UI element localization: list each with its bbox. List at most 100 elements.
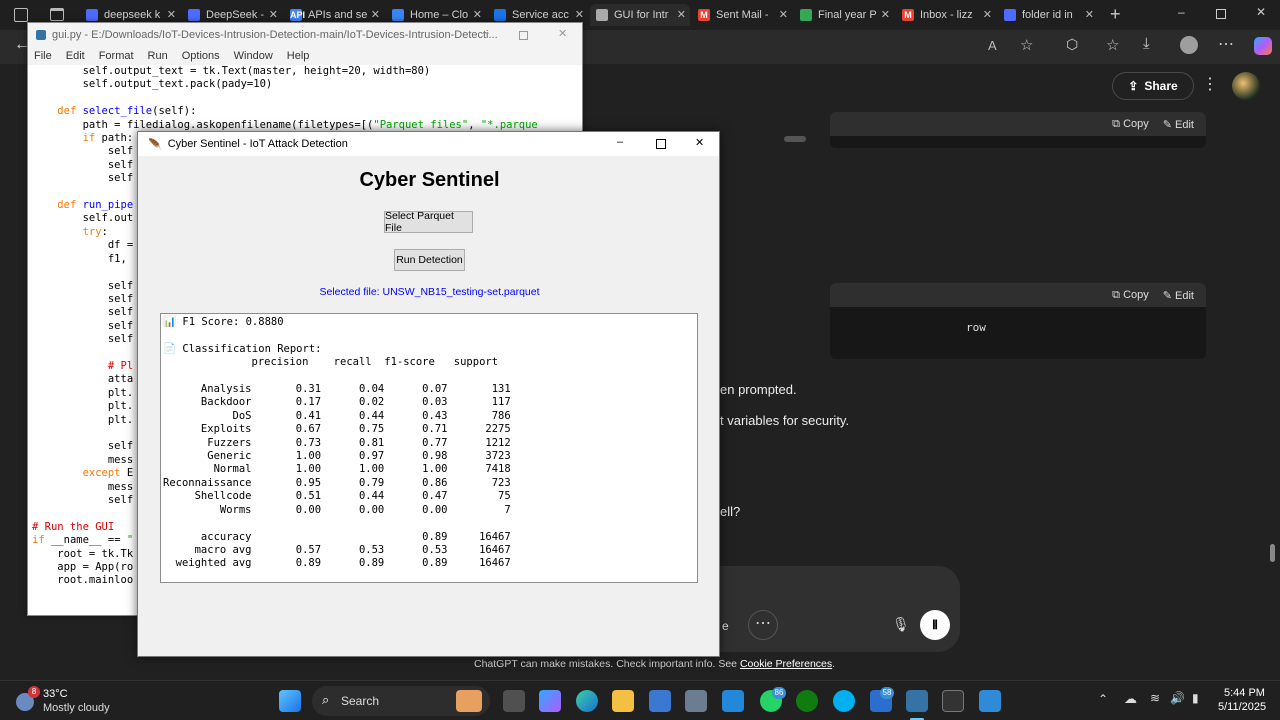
close-button[interactable]: ✕ [1256, 5, 1266, 19]
idle-menu-window[interactable]: Window [234, 50, 273, 62]
temperature: 33°C [43, 688, 68, 700]
copy-code-button[interactable]: ⧉ Copy [1112, 118, 1149, 131]
new-tab-button[interactable]: + [1110, 4, 1121, 25]
more-tools-button[interactable]: ⋯ [748, 610, 778, 640]
clock-time[interactable]: 5:44 PM [1224, 687, 1265, 699]
read-aloud-icon[interactable]: A [988, 38, 997, 53]
favorite-star-icon[interactable]: ☆ [1020, 36, 1033, 54]
message-composer[interactable]: e ⋯ 🎙 ⦀ [698, 566, 960, 652]
start-menu-icon[interactable] [279, 690, 301, 712]
tab-close-icon[interactable]: ✕ [677, 8, 686, 21]
task-view-icon[interactable] [503, 690, 525, 712]
tab-close-icon[interactable]: ✕ [983, 8, 992, 21]
idle-menu-file[interactable]: File [34, 50, 52, 62]
tab-close-icon[interactable]: ✕ [167, 8, 176, 21]
idle-close-button[interactable]: ✕ [558, 27, 567, 40]
idle-menu-help[interactable]: Help [287, 50, 310, 62]
copy-code-button[interactable]: ⧉ Copy [1112, 289, 1149, 302]
page-scrollbar-thumb[interactable] [1270, 544, 1275, 562]
tk-close-button[interactable]: ✕ [695, 136, 704, 149]
copilot-taskbar-icon[interactable] [539, 690, 561, 712]
tab-favicon-icon [800, 9, 812, 21]
store-badge: 58 [880, 687, 894, 699]
weather-widget[interactable]: 8 33°C Mostly cloudy [14, 686, 124, 716]
share-button[interactable]: ⇪ Share [1112, 72, 1194, 100]
browser-tab[interactable]: GUI for Intr ✕ [590, 4, 690, 26]
microphone-icon[interactable]: 🎙 [892, 616, 910, 633]
cyber-sentinel-window[interactable]: 🪶 Cyber Sentinel - IoT Attack Detection … [137, 131, 720, 657]
maximize-button[interactable] [1216, 9, 1226, 19]
extensions-icon[interactable]: ⬡ [1066, 36, 1078, 53]
idle-menu-bar: File Edit Format Run Options Window Help [28, 47, 582, 65]
edit-code-button[interactable]: ✎ Edit [1163, 289, 1194, 302]
volume-icon[interactable]: 🔊 [1170, 691, 1185, 705]
tab-close-icon[interactable]: ✕ [881, 8, 890, 21]
options-icon[interactable]: ⋮ [1202, 74, 1218, 94]
report-summary-row: weighted avg 0.89 0.89 0.89 16467 [163, 557, 511, 570]
xbox-icon[interactable] [796, 690, 818, 712]
tab-favicon-icon [392, 9, 404, 21]
downloads-icon[interactable]: ⤓ [1143, 35, 1150, 52]
tk-minimize-button[interactable]: – [617, 136, 623, 148]
tab-actions-icon[interactable] [50, 8, 64, 21]
user-avatar[interactable] [1232, 72, 1260, 100]
f1-score-line: 📊 F1 Score: 0.8880 [163, 316, 284, 328]
tk-window-title: Cyber Sentinel - IoT Attack Detection [167, 138, 348, 150]
report-row: Generic 1.00 0.97 0.98 3723 [163, 450, 511, 463]
edge-icon[interactable] [576, 690, 598, 712]
python-app-icon[interactable] [979, 690, 1001, 712]
voice-mode-button[interactable]: ⦀ [920, 610, 950, 640]
tab-close-icon[interactable]: ✕ [575, 8, 584, 21]
profile-icon[interactable] [1180, 36, 1198, 54]
workspaces-icon[interactable] [14, 8, 28, 22]
idle-menu-options[interactable]: Options [182, 50, 220, 62]
cookie-preferences-link[interactable]: Cookie Preferences [740, 658, 832, 670]
code-text: row [966, 321, 986, 334]
minimize-button[interactable]: – [1178, 5, 1185, 19]
onedrive-icon[interactable]: ☁ [1124, 691, 1137, 707]
idle-minimize-button[interactable]: – [483, 27, 489, 39]
tab-close-icon[interactable]: ✕ [779, 8, 788, 21]
tab-close-icon[interactable]: ✕ [1085, 8, 1094, 21]
browser-tab[interactable]: M Inbox - lizz ✕ [896, 4, 996, 26]
vscode-icon[interactable] [722, 690, 744, 712]
idle-menu-format[interactable]: Format [99, 50, 134, 62]
output-text-area[interactable]: 📊 F1 Score: 0.8880 📄 Classification Repo… [160, 313, 698, 583]
idle-taskbar-icon[interactable] [906, 690, 928, 712]
run-detection-button[interactable]: Run Detection [394, 249, 465, 271]
copilot-icon[interactable] [1254, 37, 1272, 55]
tab-close-icon[interactable]: ✕ [371, 8, 380, 21]
select-parquet-button[interactable]: Select Parquet File [384, 210, 473, 234]
report-header: precision recall f1-score support [163, 356, 499, 369]
share-label: Share [1144, 79, 1178, 93]
clock-date[interactable]: 5/11/2025 [1218, 701, 1266, 713]
idle-title-bar[interactable]: gui.py - E:/Downloads/IoT-Devices-Intrus… [28, 23, 582, 47]
more-menu-icon[interactable]: ⋯ [1218, 34, 1234, 54]
ms-store-icon[interactable] [649, 690, 671, 712]
idle-menu-edit[interactable]: Edit [66, 50, 85, 62]
wifi-icon[interactable]: ≋ [1150, 691, 1160, 705]
tab-close-icon[interactable]: ✕ [269, 8, 278, 21]
scrollbar-h[interactable] [784, 136, 806, 142]
report-title: 📄 Classification Report: [163, 342, 322, 355]
show-hidden-icons[interactable]: ⌃ [1098, 692, 1108, 706]
battery-icon[interactable]: ▮ [1192, 691, 1199, 705]
tab-close-icon[interactable]: ✕ [473, 8, 482, 21]
tab-label: Inbox - lizz [920, 9, 973, 21]
browser-tab[interactable]: folder id in ✕ [998, 4, 1098, 26]
report-row: Shellcode 0.51 0.44 0.47 75 [163, 490, 511, 503]
browser-tab[interactable]: Final year P ✕ [794, 4, 894, 26]
edit-code-button[interactable]: ✎ Edit [1163, 118, 1194, 131]
file-explorer-icon[interactable] [612, 690, 634, 712]
tk-title-bar[interactable]: 🪶 Cyber Sentinel - IoT Attack Detection … [138, 132, 719, 156]
idle-maximize-button[interactable] [519, 31, 528, 40]
tk-maximize-button[interactable] [656, 139, 666, 149]
taskbar-search[interactable]: ⌕ Search [312, 686, 490, 716]
favorites-icon[interactable]: ☆ [1106, 36, 1119, 54]
terminal-icon[interactable] [942, 690, 964, 712]
skype-icon[interactable] [833, 690, 855, 712]
code-block-header: ⧉ Copy ✎ Edit [830, 283, 1206, 307]
idle-menu-run[interactable]: Run [148, 50, 168, 62]
vpn-icon[interactable] [685, 690, 707, 712]
browser-tab[interactable]: M Sent Mail - ✕ [692, 4, 792, 26]
